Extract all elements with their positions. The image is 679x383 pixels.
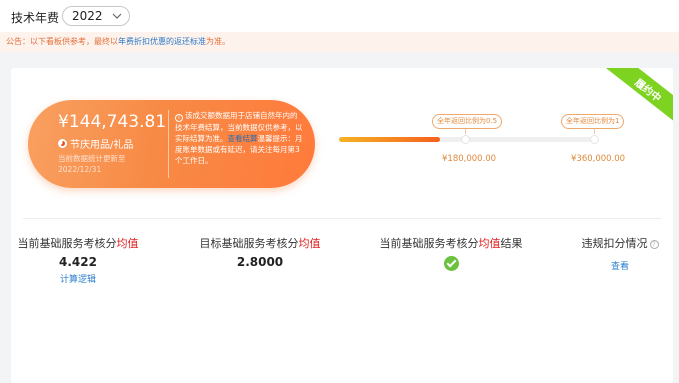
milestone-1-tail <box>465 129 466 134</box>
metric-current-label-text: 当前基础服务考核分 <box>17 237 117 250</box>
metric-score-result: 当前基础服务考核分均值结果 <box>379 235 523 271</box>
metric-current-label-red: 均值 <box>116 237 139 250</box>
milestone-2-value: ¥360,000.00 <box>571 154 626 164</box>
metric-target-label-text: 目标基础服务考核分 <box>199 237 299 250</box>
metric-target-score: 目标基础服务考核分均值 2.8000 <box>195 235 325 269</box>
info-icon: i <box>175 114 183 122</box>
year-select-value: 2022 <box>72 9 103 23</box>
milestone-1-value: ¥180,000.00 <box>442 154 497 164</box>
metric-result-label: 当前基础服务考核分均值结果 <box>379 235 523 251</box>
pie-icon <box>58 139 67 148</box>
section-divider <box>23 218 661 219</box>
notice-prefix: 公告：以下看板供参考，最终以 <box>6 37 118 46</box>
category-tag: 节庆用品/礼品 <box>58 136 133 151</box>
metric-violation: 违规扣分情况? 查看 <box>573 235 667 272</box>
help-icon[interactable]: ? <box>649 240 659 249</box>
status-ribbon-label: 履约中 <box>632 77 663 105</box>
calc-logic-link[interactable]: 计算逻辑 <box>17 272 139 285</box>
progress-fill <box>339 137 440 142</box>
year-select[interactable]: 2022 <box>62 6 130 26</box>
notice-text: 公告：以下看板供参考，最终以年费折扣优惠的返还标准为准。 <box>6 36 230 47</box>
violation-view-link[interactable]: 查看 <box>573 259 667 272</box>
metric-result-label-red: 均值 <box>478 237 501 250</box>
category-label: 节庆用品/礼品 <box>70 140 134 151</box>
fee-card: 履约中 ¥144,743.81 节庆用品/礼品 当前数据统计更新至2022/12… <box>11 68 673 383</box>
notice-bar: 公告：以下看板供参考，最终以年费折扣优惠的返还标准为准。 <box>0 32 679 52</box>
notice-suffix: 为准。 <box>206 37 230 46</box>
metric-violation-label-text: 违规扣分情况 <box>581 237 648 250</box>
desc-link[interactable]: 查看结算 <box>228 134 258 143</box>
summary-description: i 该成交额数据用于店铺自然年内的技术年费结算，当前数据仅供参考，以实际结算为准。… <box>175 110 303 166</box>
metric-target-value: 2.8000 <box>236 255 284 269</box>
notice-highlight: 年费折扣优惠的返还标准 <box>118 37 206 46</box>
chevron-down-icon <box>112 13 122 19</box>
metric-result-label-text: 当前基础服务考核分 <box>379 237 479 250</box>
milestone-2-node <box>590 135 599 144</box>
milestone-1-node <box>461 135 470 144</box>
milestone-2-tail <box>594 129 595 134</box>
milestone-2-label: 全年返回比例为1 <box>561 114 625 129</box>
metric-current-score: 当前基础服务考核分均值 4.422 计算逻辑 <box>17 235 139 285</box>
metric-target-label: 目标基础服务考核分均值 <box>195 235 325 251</box>
metric-current-value: 4.422 <box>59 255 97 269</box>
transaction-amount: ¥144,743.81 <box>58 112 167 132</box>
pill-divider <box>168 110 169 178</box>
check-icon <box>443 256 459 271</box>
summary-pill: ¥144,743.81 节庆用品/礼品 当前数据统计更新至2022/12/31 … <box>28 100 315 188</box>
metric-target-label-red: 均值 <box>298 237 321 250</box>
update-time: 当前数据统计更新至2022/12/31 <box>58 154 126 174</box>
milestone-1-label: 全年返回比例为0.5 <box>432 114 503 129</box>
page-title: 技术年费 <box>11 11 60 25</box>
metric-result-label-suffix: 结果 <box>500 237 523 250</box>
metric-current-label: 当前基础服务考核分均值 <box>17 235 139 251</box>
metric-violation-label: 违规扣分情况? <box>573 235 667 251</box>
top-bar: 技术年费 2022 <box>0 0 679 32</box>
